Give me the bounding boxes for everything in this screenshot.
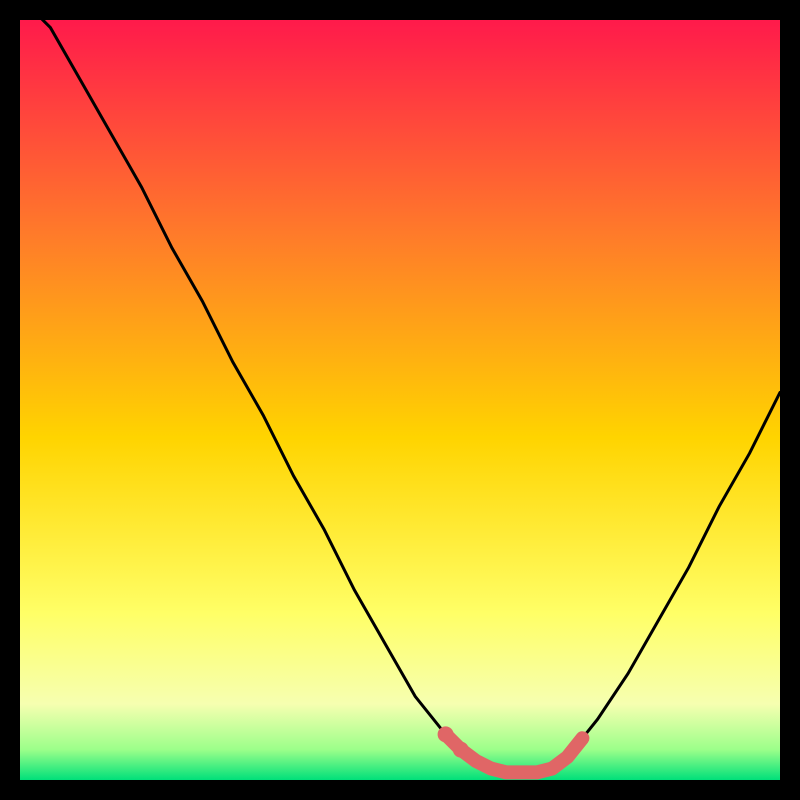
chart-frame: TheBottleneck.com	[20, 20, 780, 780]
bottleneck-chart	[20, 20, 780, 780]
highlight-dot	[453, 742, 469, 758]
highlight-dot	[438, 726, 454, 742]
gradient-background	[20, 20, 780, 780]
